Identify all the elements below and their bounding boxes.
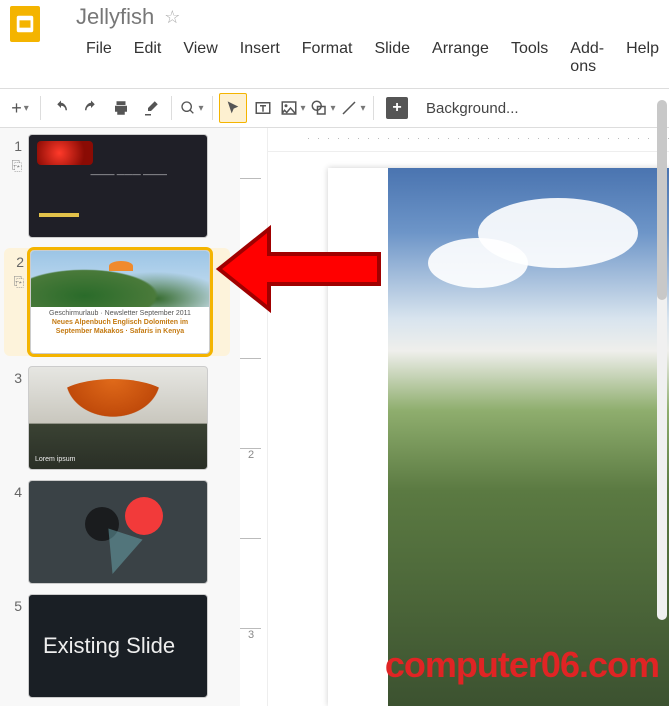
separator [40, 96, 41, 120]
slide-thumb-5[interactable]: Existing Slide [28, 594, 208, 698]
menu-slide[interactable]: Slide [364, 36, 420, 80]
thumbnail-graphic [37, 141, 93, 165]
thumbnail-graphic [53, 379, 173, 427]
thumbnail-graphic [125, 497, 163, 535]
vertical-ruler: 1 2 3 [240, 128, 268, 706]
annotation-arrow [214, 224, 384, 319]
menu-tools[interactable]: Tools [501, 36, 558, 80]
ruler-tick: 3 [240, 628, 261, 641]
redo-button[interactable] [77, 93, 105, 123]
line-tool[interactable]: ▾ [339, 93, 367, 123]
menu-view[interactable]: View [173, 36, 227, 80]
slides-logo [10, 6, 40, 42]
slide-number: 2 [6, 254, 24, 270]
separator [171, 96, 172, 120]
separator [373, 96, 374, 120]
slide-panel: 1 ⎘ ——— ——— ——— 2 ⎘ Geschirmurlaub · Newsl… [0, 128, 240, 706]
clip-icon: ⎘ [4, 158, 22, 174]
separator [212, 96, 213, 120]
menu-addons[interactable]: Add-ons [560, 36, 614, 80]
menu-insert[interactable]: Insert [230, 36, 290, 80]
star-icon[interactable]: ☆ [164, 7, 180, 28]
slide-number: 5 [4, 598, 22, 614]
ruler-tick [240, 538, 261, 539]
cloud-graphic [428, 238, 528, 288]
textbox-tool[interactable] [249, 93, 277, 123]
undo-button[interactable] [47, 93, 75, 123]
thumbnail-graphic [31, 251, 209, 307]
add-comment-button[interactable]: + [386, 97, 408, 119]
zoom-button[interactable]: ▾ [178, 93, 206, 123]
slide-thumb-3[interactable]: Lorem ipsum [28, 366, 208, 470]
print-button[interactable] [107, 93, 135, 123]
slide-image [388, 168, 669, 706]
clip-icon: ⎘ [6, 274, 24, 290]
horizontal-ruler [268, 128, 669, 152]
toolbar: +▾ ▾ ▾ ▾ ▾ + Background... [0, 88, 669, 128]
menubar: File Edit View Insert Format Slide Arran… [48, 30, 669, 88]
ruler-tick [240, 178, 261, 179]
thumbnail-text: ——— ——— ——— [91, 169, 167, 181]
ruler-tick [240, 358, 261, 359]
menu-file[interactable]: File [76, 36, 122, 80]
slide-number: 4 [4, 484, 22, 500]
thumbnail-line [39, 213, 79, 217]
slide-number: 3 [4, 370, 22, 386]
new-slide-button[interactable]: +▾ [6, 93, 34, 123]
image-tool[interactable]: ▾ [279, 93, 307, 123]
paint-format-button[interactable] [137, 93, 165, 123]
menu-edit[interactable]: Edit [124, 36, 172, 80]
scrollbar-handle[interactable] [657, 100, 667, 300]
background-button[interactable]: Background... [416, 93, 529, 123]
canvas-area: 1 2 3 [240, 128, 669, 706]
select-tool[interactable] [219, 93, 247, 123]
slide-thumb-1[interactable]: ——— ——— ——— [28, 134, 208, 238]
menu-format[interactable]: Format [292, 36, 363, 80]
ruler-tick: 2 [240, 448, 261, 461]
shape-tool[interactable]: ▾ [309, 93, 337, 123]
thumbnail-caption: Lorem ipsum [35, 456, 75, 463]
menu-help[interactable]: Help [616, 36, 669, 80]
watermark-text: computer06.com [385, 644, 659, 686]
vertical-scrollbar[interactable] [657, 100, 667, 620]
slide-thumb-4[interactable] [28, 480, 208, 584]
thumbnail-title: Existing Slide [43, 633, 175, 659]
slide-number: 1 [4, 138, 22, 154]
doc-title[interactable]: Jellyfish [76, 4, 154, 30]
thumbnail-caption: Geschirmurlaub · Newsletter September 20… [31, 307, 209, 338]
menu-arrange[interactable]: Arrange [422, 36, 499, 80]
slide-thumb-2[interactable]: Geschirmurlaub · Newsletter September 20… [30, 250, 210, 354]
